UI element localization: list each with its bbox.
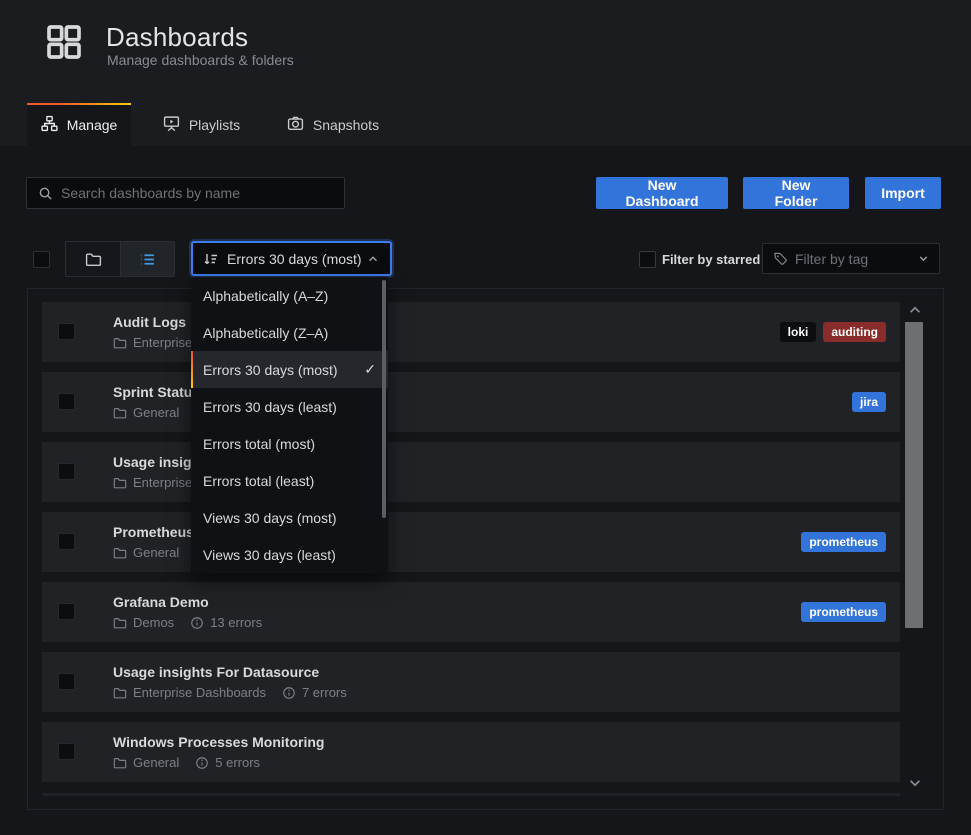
dashboard-row[interactable]: Audit Logs Enterprise Dashboards loki au… (42, 302, 900, 362)
tag-auditing[interactable]: auditing (823, 322, 886, 342)
new-folder-button[interactable]: New Folder (743, 177, 849, 209)
tab-label: Snapshots (313, 117, 379, 133)
dashboard-title[interactable]: Audit Logs (113, 314, 186, 330)
dashboard-meta: Demos 13 errors (113, 615, 262, 630)
row-checkbox[interactable] (58, 673, 75, 690)
tab-label: Manage (67, 117, 118, 133)
filter-starred-label: Filter by starred (662, 252, 760, 267)
dropdown-scrollbar-thumb[interactable] (382, 280, 386, 518)
dashboard-row[interactable]: Grafana Demo Demos 13 errors prometheus (42, 582, 900, 642)
dashboard-title[interactable]: Sprint Status (113, 384, 200, 400)
row-checkbox[interactable] (58, 463, 75, 480)
scroll-up-icon[interactable] (907, 303, 923, 317)
row-checkbox[interactable] (58, 393, 75, 410)
dashboards-manage-page: Dashboards Manage dashboards & folders M… (0, 0, 971, 835)
folder-icon (113, 476, 127, 490)
folder-name: General (133, 405, 179, 420)
tag-loki[interactable]: loki (780, 322, 817, 342)
scrollbar-thumb[interactable] (905, 322, 923, 628)
dashboard-row[interactable]: Sprint Status General jira (42, 372, 900, 432)
dashboard-row[interactable]: Windows Processes Monitoring General 5 e… (42, 722, 900, 782)
folder-icon (113, 406, 127, 420)
dashboard-meta: Enterprise Dashboards 7 errors (113, 685, 347, 700)
folder-name: Demos (133, 615, 174, 630)
page-subtitle: Manage dashboards & folders (107, 52, 294, 68)
folder-name: General (133, 545, 179, 560)
dashboards-grid-icon (44, 22, 84, 62)
tag-filter-placeholder: Filter by tag (795, 251, 868, 267)
select-all-checkbox[interactable] (33, 251, 50, 268)
dashboard-title[interactable]: Usage insights For Datasource (113, 664, 319, 680)
list-icon (139, 251, 156, 268)
chevron-down-icon (917, 252, 930, 265)
search-icon (38, 186, 53, 201)
error-count: 5 errors (215, 755, 260, 770)
row-checkbox[interactable] (58, 743, 75, 760)
sort-option-views-30-most[interactable]: Views 30 days (most) (191, 499, 388, 536)
sort-option-errors-total-most[interactable]: Errors total (most) (191, 425, 388, 462)
sort-option-views-30-least[interactable]: Views 30 days (least) (191, 536, 388, 573)
view-mode-toggle (65, 241, 175, 277)
dashboard-row[interactable]: Usage insights For Datasource Enterprise… (42, 652, 900, 712)
error-count: 13 errors (210, 615, 262, 630)
search-placeholder: Search dashboards by name (61, 185, 240, 201)
folder-icon (113, 686, 127, 700)
search-input[interactable]: Search dashboards by name (26, 177, 345, 209)
camera-icon (287, 115, 304, 135)
sort-option-errors-30-most[interactable]: Errors 30 days (most) ✓ (191, 351, 388, 388)
row-checkbox[interactable] (58, 533, 75, 550)
folder-icon (113, 546, 127, 560)
new-dashboard-button[interactable]: New Dashboard (596, 177, 728, 209)
tab-manage[interactable]: Manage (27, 103, 131, 146)
folder-icon (113, 336, 127, 350)
sort-picker[interactable]: Errors 30 days (most) (191, 241, 392, 276)
tag-filter-select[interactable]: Filter by tag (762, 243, 940, 274)
info-icon (282, 686, 296, 700)
sort-option-alpha-za[interactable]: Alphabetically (Z–A) (191, 314, 388, 351)
chevron-up-icon (366, 252, 380, 266)
info-icon (190, 616, 204, 630)
folder-icon (85, 251, 102, 268)
partial-row (42, 793, 900, 796)
dashboard-title[interactable]: Prometheus (113, 524, 194, 540)
sitemap-icon (41, 115, 58, 135)
error-count: 7 errors (302, 685, 347, 700)
scroll-down-icon[interactable] (907, 776, 923, 790)
row-checkbox[interactable] (58, 323, 75, 340)
tab-label: Playlists (189, 117, 240, 133)
import-button[interactable]: Import (865, 177, 941, 209)
folder-name: Enterprise Dashboards (133, 685, 266, 700)
sort-option-errors-30-least[interactable]: Errors 30 days (least) (191, 388, 388, 425)
folder-icon (113, 756, 127, 770)
page-title: Dashboards (106, 22, 248, 53)
folder-view-button[interactable] (66, 242, 120, 276)
check-icon: ✓ (364, 361, 376, 378)
tag-prometheus[interactable]: prometheus (801, 602, 886, 622)
tag-jira[interactable]: jira (852, 392, 886, 412)
list-view-button[interactable] (120, 242, 174, 276)
search-results-panel: Audit Logs Enterprise Dashboards loki au… (27, 288, 944, 810)
filter-starred-checkbox[interactable] (639, 251, 656, 268)
sort-option-alpha-az[interactable]: Alphabetically (A–Z) (191, 277, 388, 314)
tag-icon (773, 251, 788, 266)
dashboard-row[interactable]: Usage insights Enterprise Dashboards (42, 442, 900, 502)
dashboard-meta: General 5 errors (113, 755, 260, 770)
sort-option-errors-total-least[interactable]: Errors total (least) (191, 462, 388, 499)
sort-dropdown-menu: Alphabetically (A–Z) Alphabetically (Z–A… (191, 277, 388, 573)
row-checkbox[interactable] (58, 603, 75, 620)
presentation-play-icon (163, 115, 180, 135)
info-icon (195, 756, 209, 770)
sort-picker-value: Errors 30 days (most) (227, 251, 362, 267)
dashboard-title[interactable]: Grafana Demo (113, 594, 209, 610)
tab-snapshots[interactable]: Snapshots (275, 103, 391, 146)
page-header: Dashboards Manage dashboards & folders M… (0, 0, 971, 146)
dashboard-title[interactable]: Windows Processes Monitoring (113, 734, 324, 750)
tab-playlists[interactable]: Playlists (150, 103, 253, 146)
folder-name: General (133, 755, 179, 770)
tag-prometheus[interactable]: prometheus (801, 532, 886, 552)
dashboard-row[interactable]: Prometheus General prometheus (42, 512, 900, 572)
folder-icon (113, 616, 127, 630)
sort-amount-icon (203, 251, 219, 267)
